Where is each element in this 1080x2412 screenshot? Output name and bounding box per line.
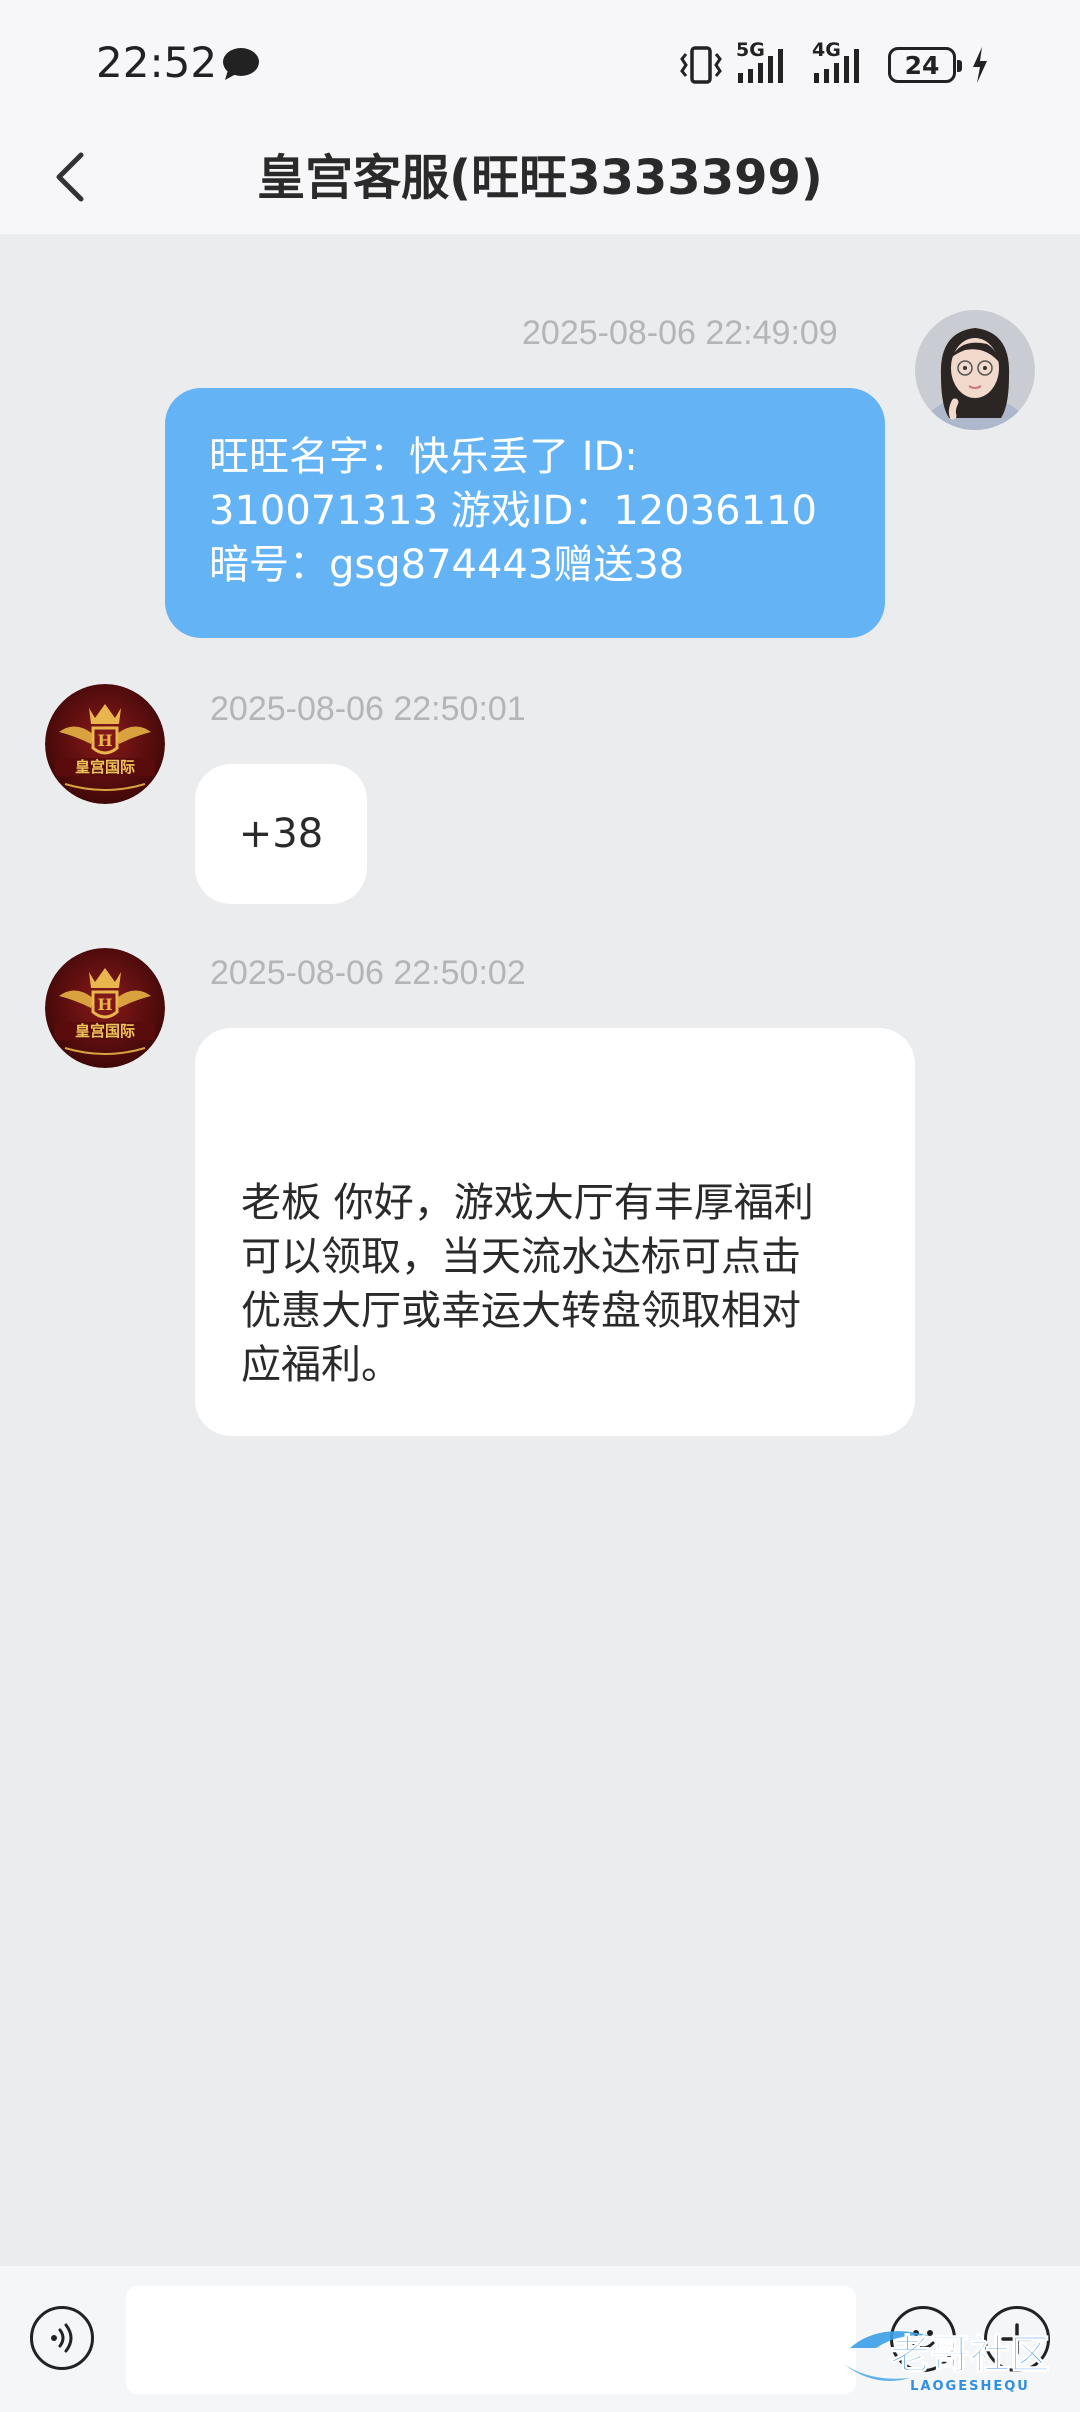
charging-icon (973, 47, 987, 83)
signal-5g: 5G (736, 39, 798, 87)
outgoing-message-bubble[interactable]: 旺旺名字：快乐丢了 ID: 310071313 游戏ID：12036110 暗号… (165, 388, 885, 638)
status-bar: 22:52 5G 4G 24 (0, 0, 1080, 120)
battery-icon: 24 (888, 47, 962, 83)
message-line: 旺旺名字：快乐丢了 ID: (209, 434, 638, 480)
watermark-logo: 老哥社区 LAOGESHEQU (844, 2331, 1051, 2394)
agent-avatar[interactable]: H 皇宫国际 (45, 684, 165, 804)
message-timestamp: 2025-08-06 22:50:02 (210, 954, 526, 992)
status-icons: 5G 4G 24 (680, 39, 990, 88)
message-input[interactable] (126, 2286, 856, 2394)
message-line: 应福利。 (241, 1342, 401, 1388)
chat-notification-icon (223, 48, 259, 80)
message-timestamp: 2025-08-06 22:50:01 (210, 690, 526, 728)
svg-text:H: H (97, 731, 112, 750)
status-time: 22:52 (96, 38, 218, 87)
svg-text:皇宫国际: 皇宫国际 (75, 758, 135, 776)
message-line: 310071313 游戏ID：12036110 (209, 488, 817, 534)
incoming-message-bubble[interactable]: +38 (195, 764, 367, 904)
chat-header: 皇宫客服(旺旺3333399) (0, 120, 1080, 234)
watermark-subtext: LAOGESHEQU (910, 2379, 1030, 2394)
message-line: 优惠大厅或幸运大转盘领取相对 (241, 1288, 801, 1334)
message-line: 老板 你好，游戏大厅有丰厚福利 (241, 1180, 814, 1226)
signal-4g: 4G (812, 39, 874, 87)
palace-logo-icon: H 皇宫国际 (45, 948, 165, 1068)
message-line: 可以领取，当天流水达标可点击 (241, 1234, 801, 1280)
message-timestamp: 2025-08-06 22:49:09 (522, 314, 838, 352)
signal-icon (738, 49, 783, 83)
vibrate-icon (680, 46, 722, 84)
watermark-text: 老哥社区 (890, 2332, 1050, 2378)
message-line: 暗号：gsg874443赠送38 (209, 542, 685, 588)
agent-avatar[interactable]: H 皇宫国际 (45, 948, 165, 1068)
message-text: +38 (238, 811, 324, 857)
voice-icon (51, 2323, 73, 2353)
user-avatar-image (915, 310, 1035, 430)
svg-text:皇宫国际: 皇宫国际 (75, 1022, 135, 1040)
chat-title: 皇宫客服(旺旺3333399) (257, 150, 823, 206)
signal-icon (814, 49, 859, 83)
user-avatar[interactable] (915, 310, 1035, 430)
voice-button[interactable] (30, 2306, 94, 2370)
palace-logo-icon: H 皇宫国际 (45, 684, 165, 804)
incoming-message-bubble[interactable]: 老板 你好，游戏大厅有丰厚福利 可以领取，当天流水达标可点击 优惠大厅或幸运大转… (195, 1028, 915, 1436)
battery-level: 24 (904, 50, 940, 80)
svg-text:H: H (97, 995, 112, 1014)
